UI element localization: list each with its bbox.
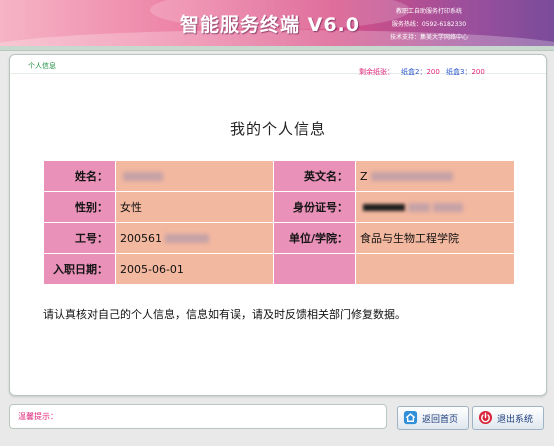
- personal-info-table: 姓名： 英文名： Z 性别： 女性 身份证号： 工号： 200561 单位/学院…: [43, 160, 515, 285]
- entry-date-label: 入职日期：: [43, 253, 116, 285]
- hint-box: 温馨提示：: [9, 404, 387, 429]
- paper-tray-2: 纸盒2：200: [401, 67, 440, 77]
- tray3-value: 200: [471, 68, 485, 76]
- table-row: 性别： 女性 身份证号：: [43, 191, 515, 223]
- exit-system-button[interactable]: 退出系统: [472, 406, 544, 430]
- table-row: 入职日期： 2005-06-01: [43, 253, 515, 285]
- home-icon: [403, 410, 418, 425]
- staff-no-value: 200561: [115, 222, 274, 254]
- paper-remaining-label: 剩余纸张：: [359, 68, 394, 76]
- unit-value: 食品与生物工程学院: [355, 222, 515, 254]
- table-row: 姓名： 英文名： Z: [43, 160, 515, 192]
- hint-label: 温馨提示：: [18, 412, 58, 421]
- gender-value: 女性: [115, 191, 274, 223]
- redacted-name: [123, 172, 163, 181]
- tray3-label: 纸盒3：: [446, 68, 472, 76]
- page-title: 我的个人信息: [229, 120, 326, 138]
- gender-label: 性别：: [43, 191, 116, 223]
- return-home-button[interactable]: 返回首页: [397, 406, 469, 430]
- staff-no-text: 200561: [120, 231, 162, 245]
- staff-no-label: 工号：: [43, 222, 116, 254]
- redacted-id-c: [433, 203, 463, 212]
- exit-system-label: 退出系统: [497, 415, 534, 425]
- return-home-label: 返回首页: [422, 415, 459, 425]
- app-header: 智能服务终端 V6.0 教职工自助服务打印系统 服务热线：0592-618233…: [0, 0, 554, 46]
- unit-label: 单位/学院：: [273, 222, 356, 254]
- system-name: 教职工自助服务打印系统: [395, 8, 462, 15]
- tab-personal-info: 个人信息: [28, 62, 56, 70]
- tray2-value: 200: [426, 68, 440, 76]
- name-value: [115, 160, 274, 192]
- panel-bar: 个人信息 剩余纸张： 纸盒2：200 纸盒3：200: [10, 55, 546, 77]
- main-panel: 个人信息 剩余纸张： 纸盒2：200 纸盒3：200 我的个人信息 姓名： 英文…: [9, 54, 547, 396]
- redacted-english-name: [370, 172, 453, 181]
- name-label: 姓名：: [43, 160, 116, 192]
- id-number-label: 身份证号：: [273, 191, 356, 223]
- empty-label-cell: [273, 253, 356, 285]
- paper-tray-3: 纸盒3：200: [446, 67, 485, 77]
- service-hotline: 服务热线：0592-6182330: [391, 21, 467, 28]
- tray2-label: 纸盒2：: [401, 68, 427, 76]
- app-title: 智能服务终端 V6.0: [180, 14, 360, 36]
- table-row: 工号： 200561 单位/学院： 食品与生物工程学院: [43, 222, 515, 254]
- redacted-id-a: [363, 204, 405, 211]
- power-icon: [478, 410, 493, 425]
- redacted-id-b: [408, 203, 430, 212]
- english-name-label: 英文名：: [273, 160, 356, 192]
- paper-remaining: 剩余纸张：: [359, 67, 394, 77]
- id-number-value: [355, 191, 515, 223]
- redacted-staff-no: [165, 234, 209, 243]
- verification-note: 请认真核对自己的个人信息，信息如有误，请及时反馈相关部门修复数据。: [43, 308, 406, 321]
- technical-support: 技术支持：集美大学网络中心: [389, 34, 468, 41]
- empty-value-cell: [355, 253, 515, 285]
- entry-date-value: 2005-06-01: [115, 253, 274, 285]
- english-name-text: Z: [360, 169, 368, 183]
- english-name-value: Z: [355, 160, 515, 192]
- header-strip: [0, 46, 554, 51]
